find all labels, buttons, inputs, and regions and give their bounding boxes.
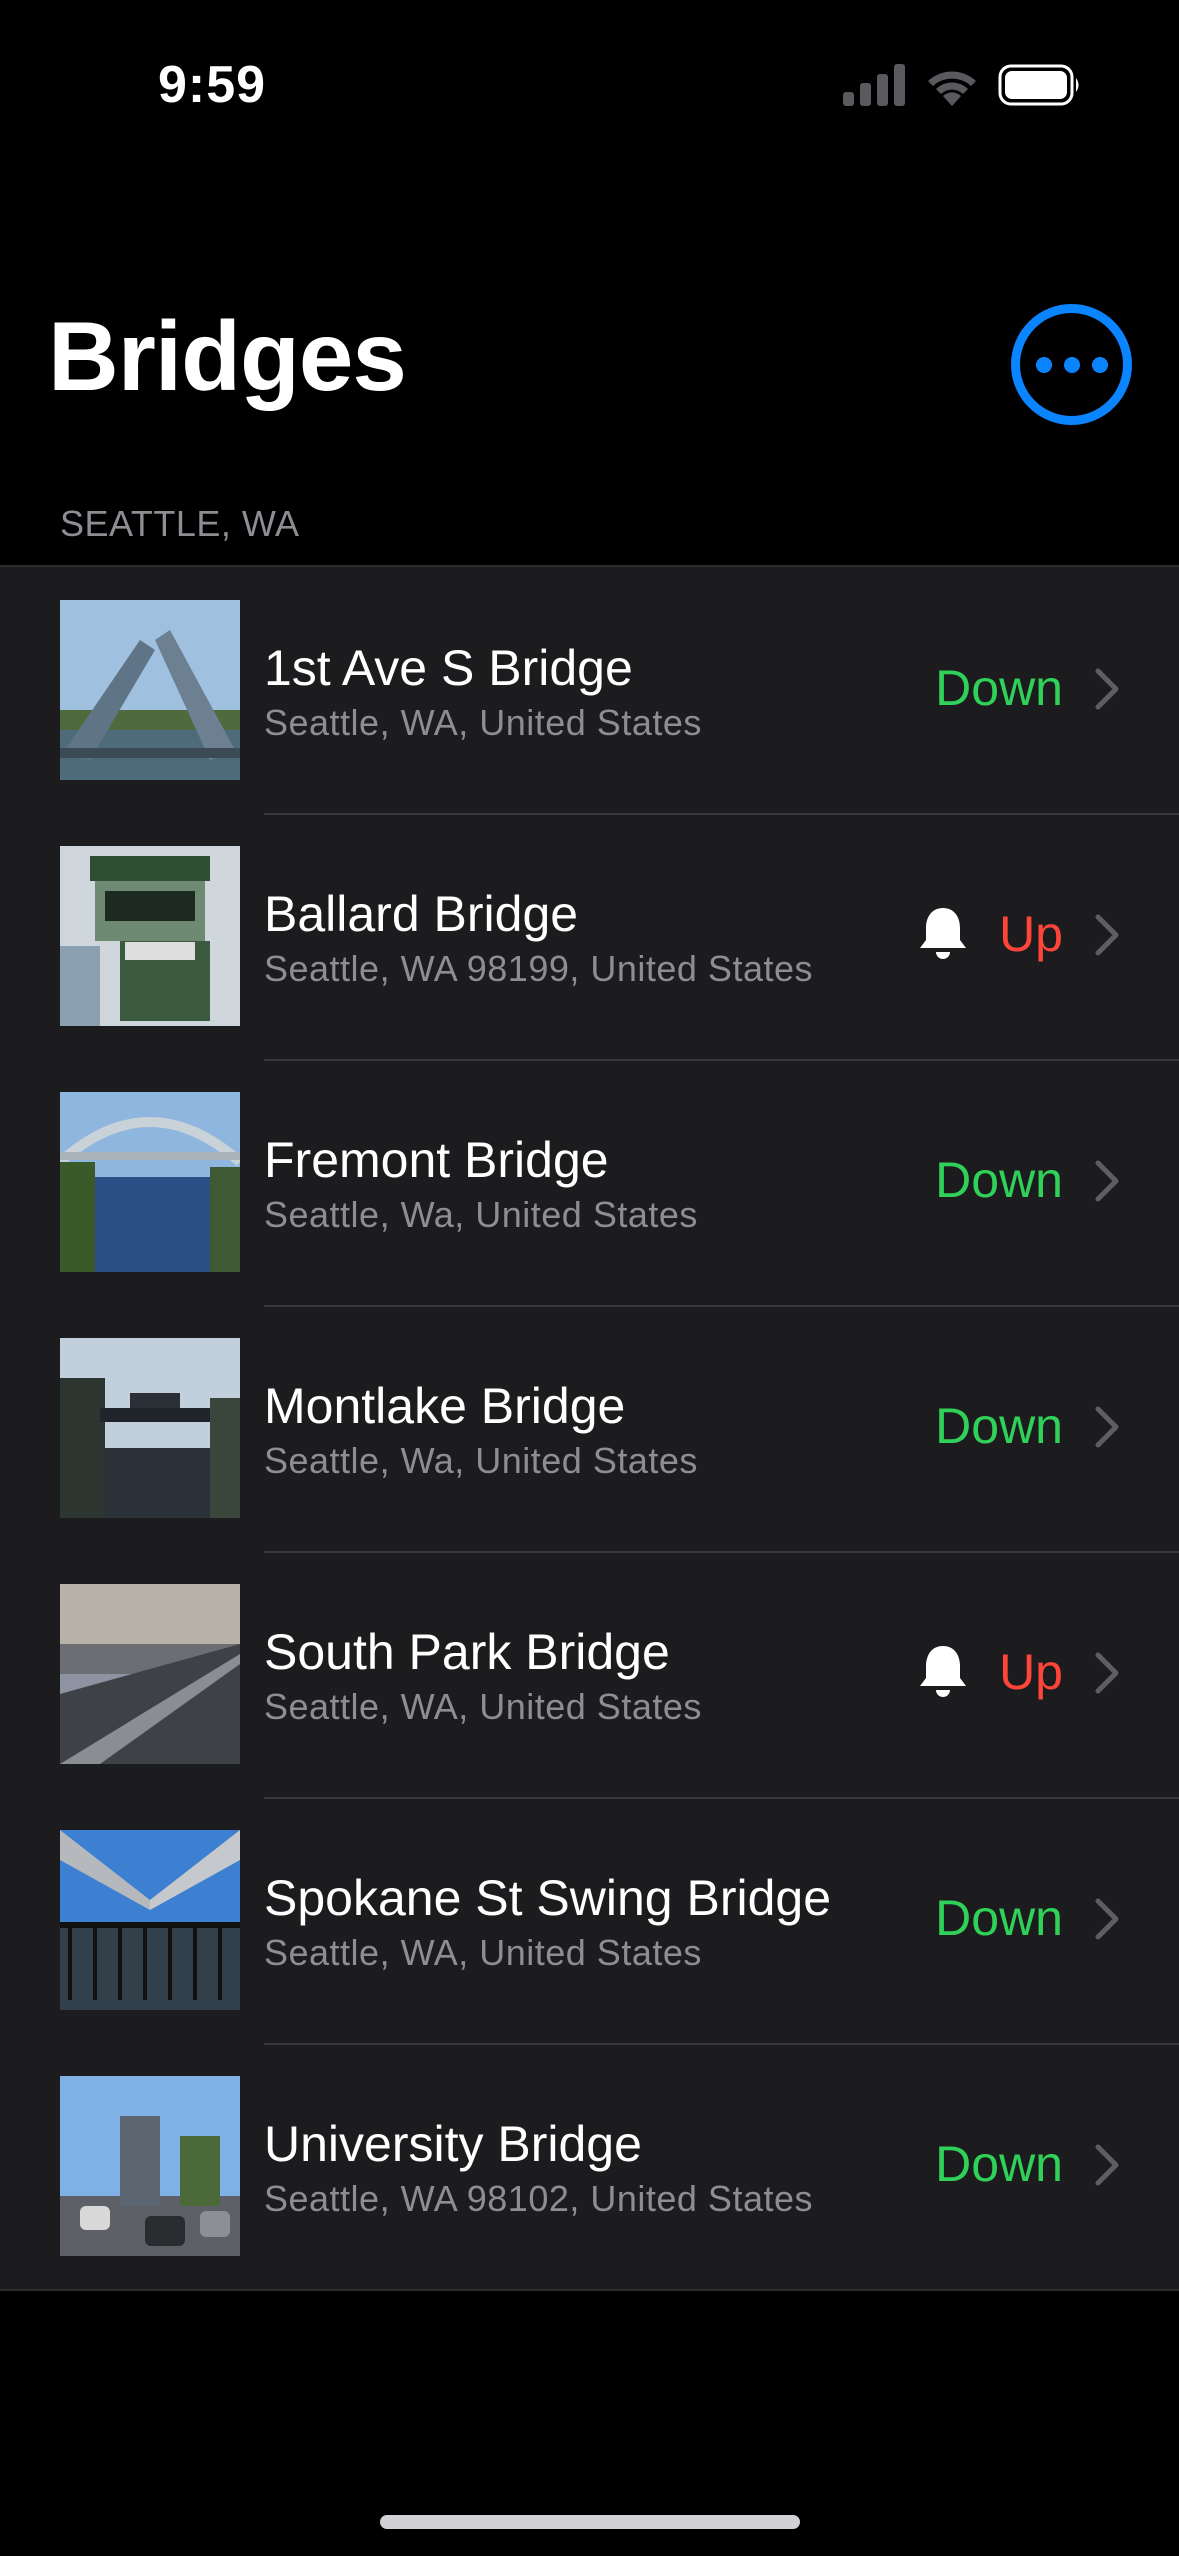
more-options-button[interactable]: [1011, 304, 1132, 425]
bridge-location: Seattle, Wa, United States: [264, 1440, 698, 1481]
signal-icon: [843, 64, 905, 106]
bridge-status: Down: [935, 1152, 1063, 1208]
bridge-row[interactable]: South Park Bridge Seattle, WA, United St…: [0, 1551, 1179, 1797]
wifi-icon: [928, 71, 976, 106]
bell-icon: [920, 1646, 966, 1697]
status-time: 9:59: [158, 56, 267, 114]
bridge-status: Up: [999, 1644, 1063, 1700]
bridge-name: Ballard Bridge: [264, 886, 579, 942]
bridge-row[interactable]: Spokane St Swing Bridge Seattle, WA, Uni…: [0, 1797, 1179, 2043]
ellipsis-dot: [1091, 356, 1108, 373]
bridge-photo: [60, 2076, 240, 2256]
status-bar: 9:59: [0, 0, 1179, 150]
bell-icon: [920, 908, 966, 959]
chevron-right-icon: [1095, 914, 1119, 956]
bridge-location: Seattle, WA 98102, United States: [264, 2178, 813, 2219]
bridge-status: Down: [935, 1890, 1063, 1946]
bridge-status: Down: [935, 2136, 1063, 2192]
bridge-row[interactable]: Ballard Bridge Seattle, WA 98199, United…: [0, 813, 1179, 1059]
bridge-name: Fremont Bridge: [264, 1132, 609, 1188]
page-title: Bridges: [48, 301, 407, 411]
chevron-right-icon: [1095, 1160, 1119, 1202]
bridge-photo: [60, 1584, 240, 1764]
bridge-name: Spokane St Swing Bridge: [264, 1870, 832, 1926]
bridge-status: Down: [935, 1398, 1063, 1454]
bridge-name: 1st Ave S Bridge: [264, 640, 633, 696]
bridge-row[interactable]: Montlake Bridge Seattle, Wa, United Stat…: [0, 1305, 1179, 1551]
bridge-row[interactable]: University Bridge Seattle, WA 98102, Uni…: [0, 2043, 1179, 2289]
bridge-name: Montlake Bridge: [264, 1378, 626, 1434]
bridge-location: Seattle, WA, United States: [264, 1686, 702, 1727]
ellipsis-dot: [1063, 356, 1080, 373]
battery-icon: [998, 64, 1079, 106]
bridge-location: Seattle, WA, United States: [264, 702, 702, 743]
home-indicator[interactable]: [380, 2515, 800, 2529]
bridge-location: Seattle, WA, United States: [264, 1932, 702, 1973]
bridge-status: Up: [999, 906, 1063, 962]
bridge-location: Seattle, Wa, United States: [264, 1194, 698, 1235]
chevron-right-icon: [1095, 1898, 1119, 1940]
chevron-right-icon: [1095, 2144, 1119, 2186]
chevron-right-icon: [1095, 1652, 1119, 1694]
bridge-name: University Bridge: [264, 2116, 642, 2172]
bridge-row[interactable]: Fremont Bridge Seattle, Wa, United State…: [0, 1059, 1179, 1305]
chevron-right-icon: [1095, 668, 1119, 710]
bridge-list: 1st Ave S Bridge Seattle, WA, United Sta…: [0, 565, 1179, 2291]
bridge-photo: [60, 600, 240, 780]
bridge-photo: [60, 1092, 240, 1272]
bridge-name: South Park Bridge: [264, 1624, 670, 1680]
bridge-photo: [60, 1338, 240, 1518]
bridge-row[interactable]: 1st Ave S Bridge Seattle, WA, United Sta…: [0, 567, 1179, 813]
bridge-status: Down: [935, 660, 1063, 716]
section-header: SEATTLE, WA: [60, 503, 300, 544]
bridge-location: Seattle, WA 98199, United States: [264, 948, 813, 989]
chevron-right-icon: [1095, 1406, 1119, 1448]
ellipsis-circle-icon: [1035, 356, 1052, 373]
bridge-photo: [60, 846, 240, 1026]
bridge-photo: [60, 1830, 240, 2010]
screen: 9:59 Bridges SEATTLE, WA 1st Ave S Bridg…: [0, 0, 1179, 2556]
